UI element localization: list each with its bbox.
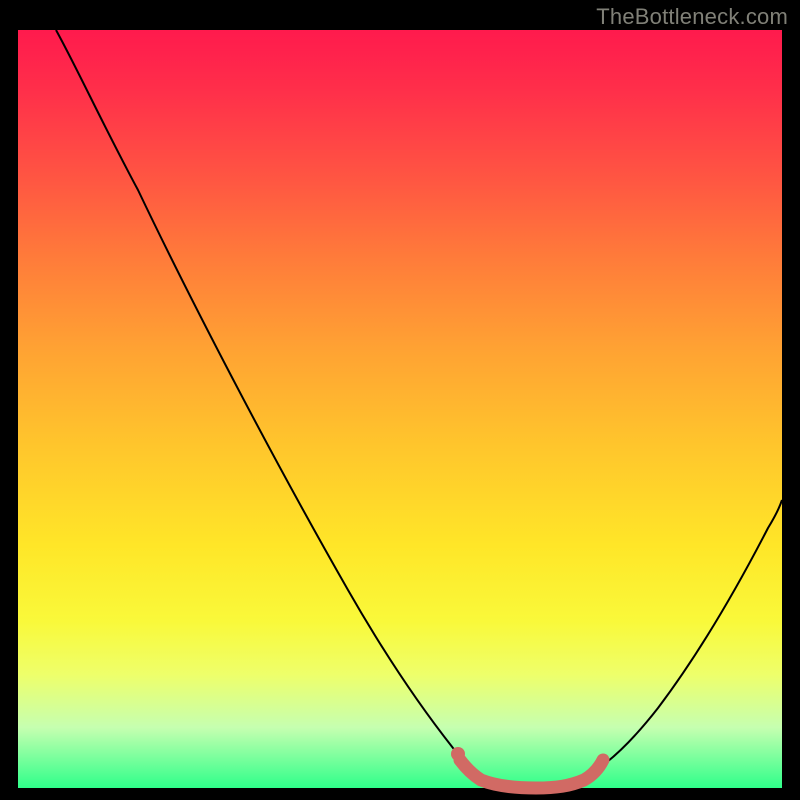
plot-area xyxy=(18,30,782,788)
chart-frame: TheBottleneck.com xyxy=(0,0,800,800)
watermark-text: TheBottleneck.com xyxy=(596,4,788,30)
highlight-marker xyxy=(460,760,603,788)
highlight-marker-dot xyxy=(451,747,465,761)
curve-layer xyxy=(18,30,782,788)
bottleneck-curve xyxy=(56,30,782,786)
